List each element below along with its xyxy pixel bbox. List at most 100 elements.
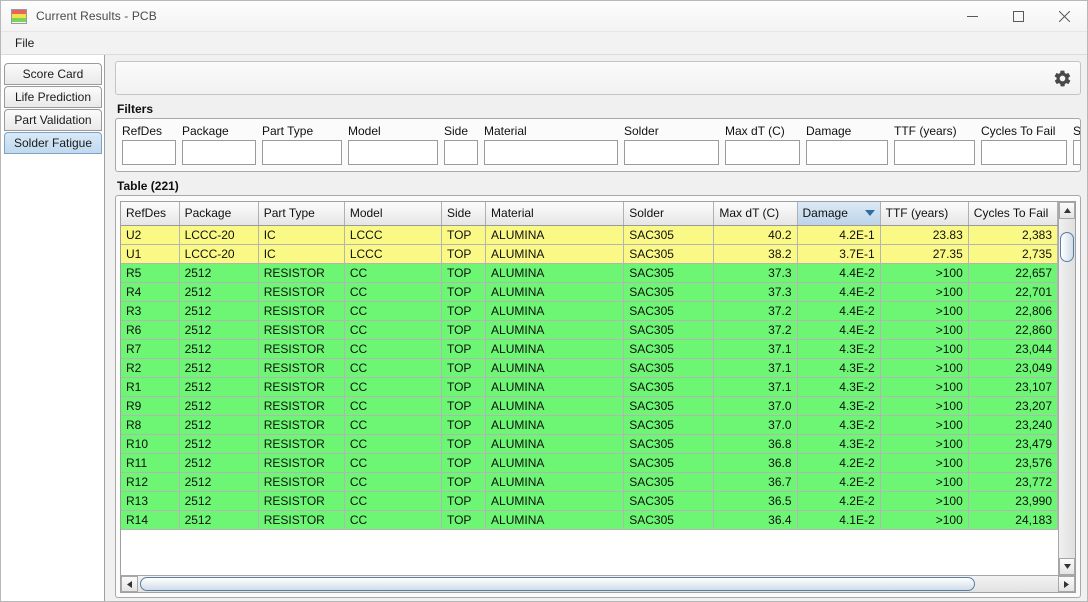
scroll-up-button[interactable] xyxy=(1059,202,1075,219)
table-row[interactable]: R12 2512 RESISTOR CC TOP ALUMINA SAC305 36.7 4.2… xyxy=(121,472,1059,492)
table-cell: RESISTOR xyxy=(258,472,345,492)
table-cell: SAC305 xyxy=(623,225,715,245)
column-header-model[interactable]: Model xyxy=(344,202,442,226)
table-cell: SAC305 xyxy=(623,301,715,321)
table-cell: 4.2E-2 xyxy=(797,453,881,473)
table-cell: TOP xyxy=(441,396,487,416)
table-row[interactable]: R8 2512 RESISTOR CC TOP ALUMINA SAC305 37.0 4.3E… xyxy=(121,415,1059,435)
table-row[interactable]: U2 LCCC-20 IC LCCC TOP ALUMINA SAC305 40.2 4.2E-… xyxy=(121,225,1059,245)
table-cell: 36.7 xyxy=(713,472,798,492)
table-cell: R2 xyxy=(121,358,180,378)
table-cell: CC xyxy=(344,491,442,511)
table-row[interactable]: R5 2512 RESISTOR CC TOP ALUMINA SAC305 37.3 4.4E… xyxy=(121,263,1059,283)
gear-icon[interactable] xyxy=(1050,66,1074,90)
search-input-material[interactable] xyxy=(484,140,618,165)
table-cell: TOP xyxy=(441,510,487,530)
table-row[interactable]: R9 2512 RESISTOR CC TOP ALUMINA SAC305 37.0 4.3E… xyxy=(121,396,1059,416)
column-header-solder[interactable]: Solder xyxy=(623,202,715,226)
table-cell: >100 xyxy=(880,282,969,302)
table-cell: 4.2E-1 xyxy=(797,225,881,245)
filter-label: S xyxy=(1073,124,1081,138)
sidebar-item-score-card[interactable]: Score Card xyxy=(4,63,102,85)
vertical-scroll-thumb[interactable] xyxy=(1060,232,1074,262)
horizontal-scrollbar[interactable] xyxy=(121,575,1075,592)
table-row[interactable]: R1 2512 RESISTOR CC TOP ALUMINA SAC305 37.1 4.3E… xyxy=(121,377,1059,397)
table-cell: CC xyxy=(344,377,442,397)
column-header-package[interactable]: Package xyxy=(179,202,259,226)
sidebar-item-part-validation[interactable]: Part Validation xyxy=(4,109,102,131)
table-cell: ALUMINA xyxy=(485,263,625,283)
table-cell: CC xyxy=(344,282,442,302)
table-row[interactable]: R13 2512 RESISTOR CC TOP ALUMINA SAC305 36.5 4.2… xyxy=(121,491,1059,511)
column-header-damage[interactable]: Damage xyxy=(797,202,881,226)
table-cell: >100 xyxy=(880,472,969,492)
table-cell: 37.2 xyxy=(713,301,798,321)
scroll-down-button[interactable] xyxy=(1059,558,1075,575)
column-header-side[interactable]: Side xyxy=(441,202,487,226)
sidebar-item-solder-fatigue[interactable]: Solder Fatigue xyxy=(4,132,102,154)
column-header-cycles-to-fail[interactable]: Cycles To Fail xyxy=(968,202,1059,226)
table-row[interactable]: R10 2512 RESISTOR CC TOP ALUMINA SAC305 36.8 4.3… xyxy=(121,434,1059,454)
search-input-side[interactable] xyxy=(444,140,478,165)
column-header-refdes[interactable]: RefDes xyxy=(121,202,180,226)
search-input-part-type[interactable] xyxy=(262,140,342,165)
grid-main: RefDes Package Part Type Model Side Mate… xyxy=(121,202,1075,575)
filters-panel: RefDes Package Part Type Model Side Mate… xyxy=(115,118,1081,172)
table-row[interactable]: R3 2512 RESISTOR CC TOP ALUMINA SAC305 37.2 4.4E… xyxy=(121,301,1059,321)
table-cell: R8 xyxy=(121,415,180,435)
table-cell: CC xyxy=(344,358,442,378)
table-cell: ALUMINA xyxy=(485,320,625,340)
table-cell: RESISTOR xyxy=(258,301,345,321)
table-cell: 36.8 xyxy=(713,453,798,473)
table-cell: 2,735 xyxy=(968,244,1059,264)
table-row[interactable]: R6 2512 RESISTOR CC TOP ALUMINA SAC305 37.2 4.4E… xyxy=(121,320,1059,340)
left-nav: Score Card Life Prediction Part Validati… xyxy=(1,55,105,601)
table-row[interactable]: R4 2512 RESISTOR CC TOP ALUMINA SAC305 37.3 4.4E… xyxy=(121,282,1059,302)
table-cell: 4.4E-2 xyxy=(797,263,881,283)
table-cell: CC xyxy=(344,415,442,435)
scroll-left-button[interactable] xyxy=(121,576,138,592)
table-row[interactable]: R2 2512 RESISTOR CC TOP ALUMINA SAC305 37.1 4.3E… xyxy=(121,358,1059,378)
search-input-package[interactable] xyxy=(182,140,256,165)
sidebar-item-life-prediction[interactable]: Life Prediction xyxy=(4,86,102,108)
minimize-button[interactable] xyxy=(949,1,995,32)
tool-strip xyxy=(115,61,1081,95)
table-row[interactable]: R7 2512 RESISTOR CC TOP ALUMINA SAC305 37.1 4.3E… xyxy=(121,339,1059,359)
horizontal-scroll-track[interactable] xyxy=(138,576,1058,592)
table-cell: 23,576 xyxy=(968,453,1059,473)
scroll-right-button[interactable] xyxy=(1058,576,1075,592)
column-header-part-type[interactable]: Part Type xyxy=(258,202,345,226)
table-cell: CC xyxy=(344,263,442,283)
table-cell: SAC305 xyxy=(623,415,715,435)
menu-item-file[interactable]: File xyxy=(6,34,43,52)
table-cell: TOP xyxy=(441,339,487,359)
column-header-ttf[interactable]: TTF (years) xyxy=(880,202,969,226)
table-cell: TOP xyxy=(441,434,487,454)
table-row[interactable]: U1 LCCC-20 IC LCCC TOP ALUMINA SAC305 38.2 3.7E-… xyxy=(121,244,1059,264)
search-input-ttf[interactable] xyxy=(894,140,975,165)
table-row[interactable]: R14 2512 RESISTOR CC TOP ALUMINA SAC305 36.4 4.1… xyxy=(121,510,1059,530)
column-header-max-dt[interactable]: Max dT (C) xyxy=(713,202,798,226)
table-cell: >100 xyxy=(880,434,969,454)
maximize-button[interactable] xyxy=(995,1,1041,32)
column-header-material[interactable]: Material xyxy=(485,202,625,226)
search-input-cycles-to-fail[interactable] xyxy=(981,140,1067,165)
table-cell: RESISTOR xyxy=(258,358,345,378)
table-cell: ALUMINA xyxy=(485,282,625,302)
search-input-refdes[interactable] xyxy=(122,140,176,165)
table-cell: 37.0 xyxy=(713,396,798,416)
horizontal-scroll-thumb[interactable] xyxy=(140,577,975,591)
table-cell: TOP xyxy=(441,472,487,492)
search-input-model[interactable] xyxy=(348,140,438,165)
close-button[interactable] xyxy=(1041,1,1087,32)
search-input-damage[interactable] xyxy=(806,140,888,165)
filter-next-column: S xyxy=(1067,123,1081,165)
search-input-solder[interactable] xyxy=(624,140,719,165)
search-input-max-dt[interactable] xyxy=(725,140,800,165)
table-cell: >100 xyxy=(880,510,969,530)
table-row[interactable]: R11 2512 RESISTOR CC TOP ALUMINA SAC305 36.8 4.2… xyxy=(121,453,1059,473)
search-input-next[interactable] xyxy=(1073,140,1080,165)
vertical-scroll-track[interactable] xyxy=(1059,219,1075,558)
vertical-scrollbar[interactable] xyxy=(1058,202,1075,575)
table-cell: IC xyxy=(258,244,345,264)
